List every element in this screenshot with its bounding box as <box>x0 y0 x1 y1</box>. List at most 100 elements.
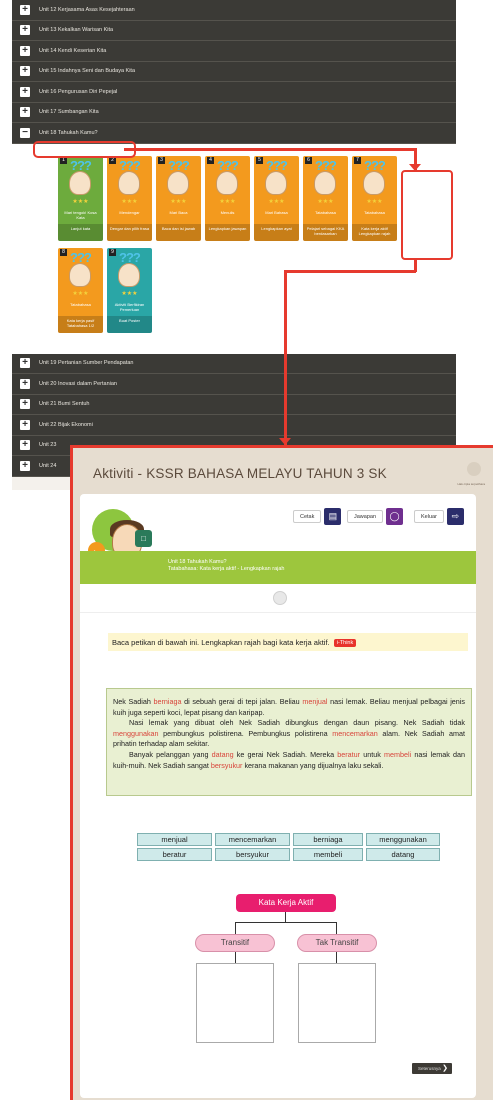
transitive-pill: Transitif <box>195 934 275 952</box>
lightbulb-icon: ◯ <box>386 508 404 525</box>
word-chip[interactable]: bersyukur <box>215 848 290 861</box>
tree-line <box>336 952 337 963</box>
card-subtitle: Dengar dan pilih frasa <box>107 223 152 241</box>
next-button[interactable]: Seterusnya ❯ <box>412 1063 452 1074</box>
unit-row[interactable]: + Unit 21 Bumi Sentuh <box>12 394 456 415</box>
ithink-badge: i-Think <box>333 639 357 647</box>
passage-text: Nek Sadiah <box>113 697 154 706</box>
star-rating-icon: ★★★ <box>72 198 89 205</box>
unit-row-label: Unit 19 Pertanian Sumber Pendapatan <box>39 360 134 367</box>
expand-icon[interactable]: + <box>20 45 30 56</box>
expand-icon[interactable]: + <box>20 66 30 77</box>
character-icon <box>265 170 287 195</box>
expand-icon[interactable]: + <box>20 86 30 97</box>
expand-icon[interactable]: + <box>20 4 30 15</box>
card-label: Mendengar <box>119 209 140 215</box>
card-subtitle: Pelajari sebagai KKA berdasarkan <box>303 223 348 241</box>
passage-text: Nasi lemak yang dibuat oleh Nek Sadiah d… <box>129 718 465 728</box>
card-subtitle: Buat Poster <box>107 315 152 333</box>
unit-row[interactable]: + Unit 22 Bijak Ekonomi <box>12 415 456 436</box>
lesson-card[interactable]: 1??? ★★★ Mari tengok! Kosa Kata Lanjut kata <box>58 155 103 241</box>
card-label: Mari Baca <box>169 209 188 215</box>
connector-arrowhead <box>279 438 291 445</box>
unit-row-label: Unit 14 Kendi Keserian Kita <box>39 47 107 54</box>
unit-band: Unit 18 Tahukah Kamu? Tatabahasa: Kata k… <box>80 551 476 584</box>
unit-row[interactable]: + Unit 20 Inovasi dalam Pertanian <box>12 374 456 395</box>
lesson-card[interactable]: 3??? ★★★ Mari Baca Baca dan isi jawab <box>156 155 201 241</box>
toolbar: Cetak ▤ Jawapan ◯ Keluar ⇨ <box>80 494 476 531</box>
exit-button[interactable]: Keluar ⇨ <box>414 508 464 525</box>
star-rating-icon: ★★★ <box>72 290 89 297</box>
word-chip[interactable]: menjual <box>137 833 212 846</box>
expand-icon[interactable]: + <box>20 358 30 369</box>
unit-row[interactable]: + Unit 19 Pertanian Sumber Pendapatan <box>12 353 456 374</box>
card-illustration: 1??? ★★★ <box>58 156 103 208</box>
unit-row-label: Unit 15 Indahnya Seni dan Budaya Kita <box>39 68 136 75</box>
instruction-bar: Baca petikan di bawah ini. Lengkapkan ra… <box>108 633 468 651</box>
card-number: 5 <box>256 156 263 164</box>
word-chip[interactable]: menggunakan <box>366 833 440 846</box>
star-rating-icon: ★★★ <box>268 198 285 205</box>
transitive-answer-box[interactable] <box>196 963 274 1043</box>
card-number: 8 <box>60 248 67 256</box>
lesson-card[interactable]: 7??? ★★★ Tatabahasa Kata kerja aktif Lengka… <box>352 155 397 241</box>
collapse-icon[interactable]: − <box>20 127 30 138</box>
word-chip[interactable]: beratur <box>137 848 212 861</box>
passage-text: pembungkus polistirena. Pembungkus polis… <box>158 728 333 738</box>
units-top-list: + Unit 12 Kerjasama Asas Kesejahteraan + Un… <box>12 0 456 144</box>
character-icon <box>69 262 91 287</box>
connector-arrowhead <box>409 164 421 171</box>
lesson-card[interactable]: 6??? ★★★ Tatabahasa Pelajari sebagai KKA be… <box>303 155 348 241</box>
lesson-card[interactable]: 5??? ★★★ Mari Bahasa Lengkapkan ayat <box>254 155 299 241</box>
star-rating-icon: ★★★ <box>366 198 383 205</box>
answer-button[interactable]: Jawapan ◯ <box>347 508 404 525</box>
card-label: Tatabahasa <box>315 209 336 215</box>
lesson-card[interactable]: 8??? ★★★ Tatabahasa Kata kerja pasif Tataba… <box>58 247 103 333</box>
expand-icon[interactable]: + <box>20 25 30 36</box>
unit-row-label: Unit 23 <box>39 442 57 449</box>
card-illustration: 2??? ★★★ <box>107 156 152 208</box>
lesson-cards-area: 1??? ★★★ Mari tengok! Kosa Kata Lanjut kata… <box>12 143 456 354</box>
unit-row[interactable]: + Unit 12 Kerjasama Asas Kesejahteraan <box>12 0 456 21</box>
scroll-indicator[interactable] <box>273 591 287 605</box>
character-icon <box>69 170 91 195</box>
unit-row[interactable]: + Unit 16 Pengurusan Diri Pepejal <box>12 82 456 103</box>
lesson-card[interactable]: 4??? ★★★ Menulis Lengkapkan jawapan <box>205 155 250 241</box>
expand-icon[interactable]: + <box>20 419 30 430</box>
expand-icon[interactable]: + <box>20 399 30 410</box>
word-chip[interactable]: membeli <box>293 848 363 861</box>
unit-row-label: Unit 17 Sumbangan Kita <box>39 109 99 116</box>
lesson-card[interactable]: 9??? ★★★ Aktiviti Berfikiran Pemerluan Buat… <box>107 247 152 333</box>
unit-row-label: Unit 16 Pengurusan Diri Pepejal <box>39 88 118 95</box>
exit-label: Keluar <box>414 510 444 523</box>
unit-row[interactable]: + Unit 14 Kendi Keserian Kita <box>12 41 456 62</box>
highlighted-verb: berniaga <box>153 697 182 706</box>
passage-text: di sebuah gerai di tepi jalan. Beliau <box>181 697 303 706</box>
band-activity-path: Tatabahasa: Kata kerja aktif - Lengkapka… <box>168 566 285 572</box>
word-chip[interactable]: datang <box>366 848 440 861</box>
active-unit-highlight <box>33 141 136 158</box>
activity-window: Aktiviti - KSSR BAHASA MELAYU TAHUN 3 SK… <box>70 445 493 1100</box>
lesson-card[interactable]: 2??? ★★★ Mendengar Dengar dan pilih frasa <box>107 155 152 241</box>
print-button[interactable]: Cetak ▤ <box>293 508 342 525</box>
expand-icon[interactable]: + <box>20 440 30 451</box>
passage-text: untuk <box>360 749 384 759</box>
band-unit-title: Unit 18 Tahukah Kamu? <box>168 559 227 565</box>
activity-header: Aktiviti - KSSR BAHASA MELAYU TAHUN 3 SK <box>73 448 493 490</box>
connector-line <box>124 148 416 151</box>
expand-icon[interactable]: + <box>20 460 30 471</box>
unit-row[interactable]: + Unit 17 Sumbangan Kita <box>12 102 456 123</box>
expand-icon[interactable]: + <box>20 107 30 118</box>
intransitive-answer-box[interactable] <box>298 963 376 1043</box>
word-bank-table: menjual mencemarkan berniaga menggunakan ber… <box>134 831 443 863</box>
card-subtitle: Baca dan isi jawab <box>156 223 201 241</box>
card-subtitle: Lengkapkan ayat <box>254 223 299 241</box>
word-row: beratur bersyukur membeli datang <box>137 848 440 861</box>
expand-icon[interactable]: + <box>20 378 30 389</box>
word-chip[interactable]: mencemarkan <box>215 833 290 846</box>
search-icon[interactable] <box>467 462 481 476</box>
unit-row[interactable]: + Unit 15 Indahnya Seni dan Budaya Kita <box>12 61 456 82</box>
unit-row[interactable]: + Unit 13 Kekalkan Warisan Kita <box>12 20 456 41</box>
card-subtitle: Lengkapkan jawapan <box>205 223 250 241</box>
word-chip[interactable]: berniaga <box>293 833 363 846</box>
